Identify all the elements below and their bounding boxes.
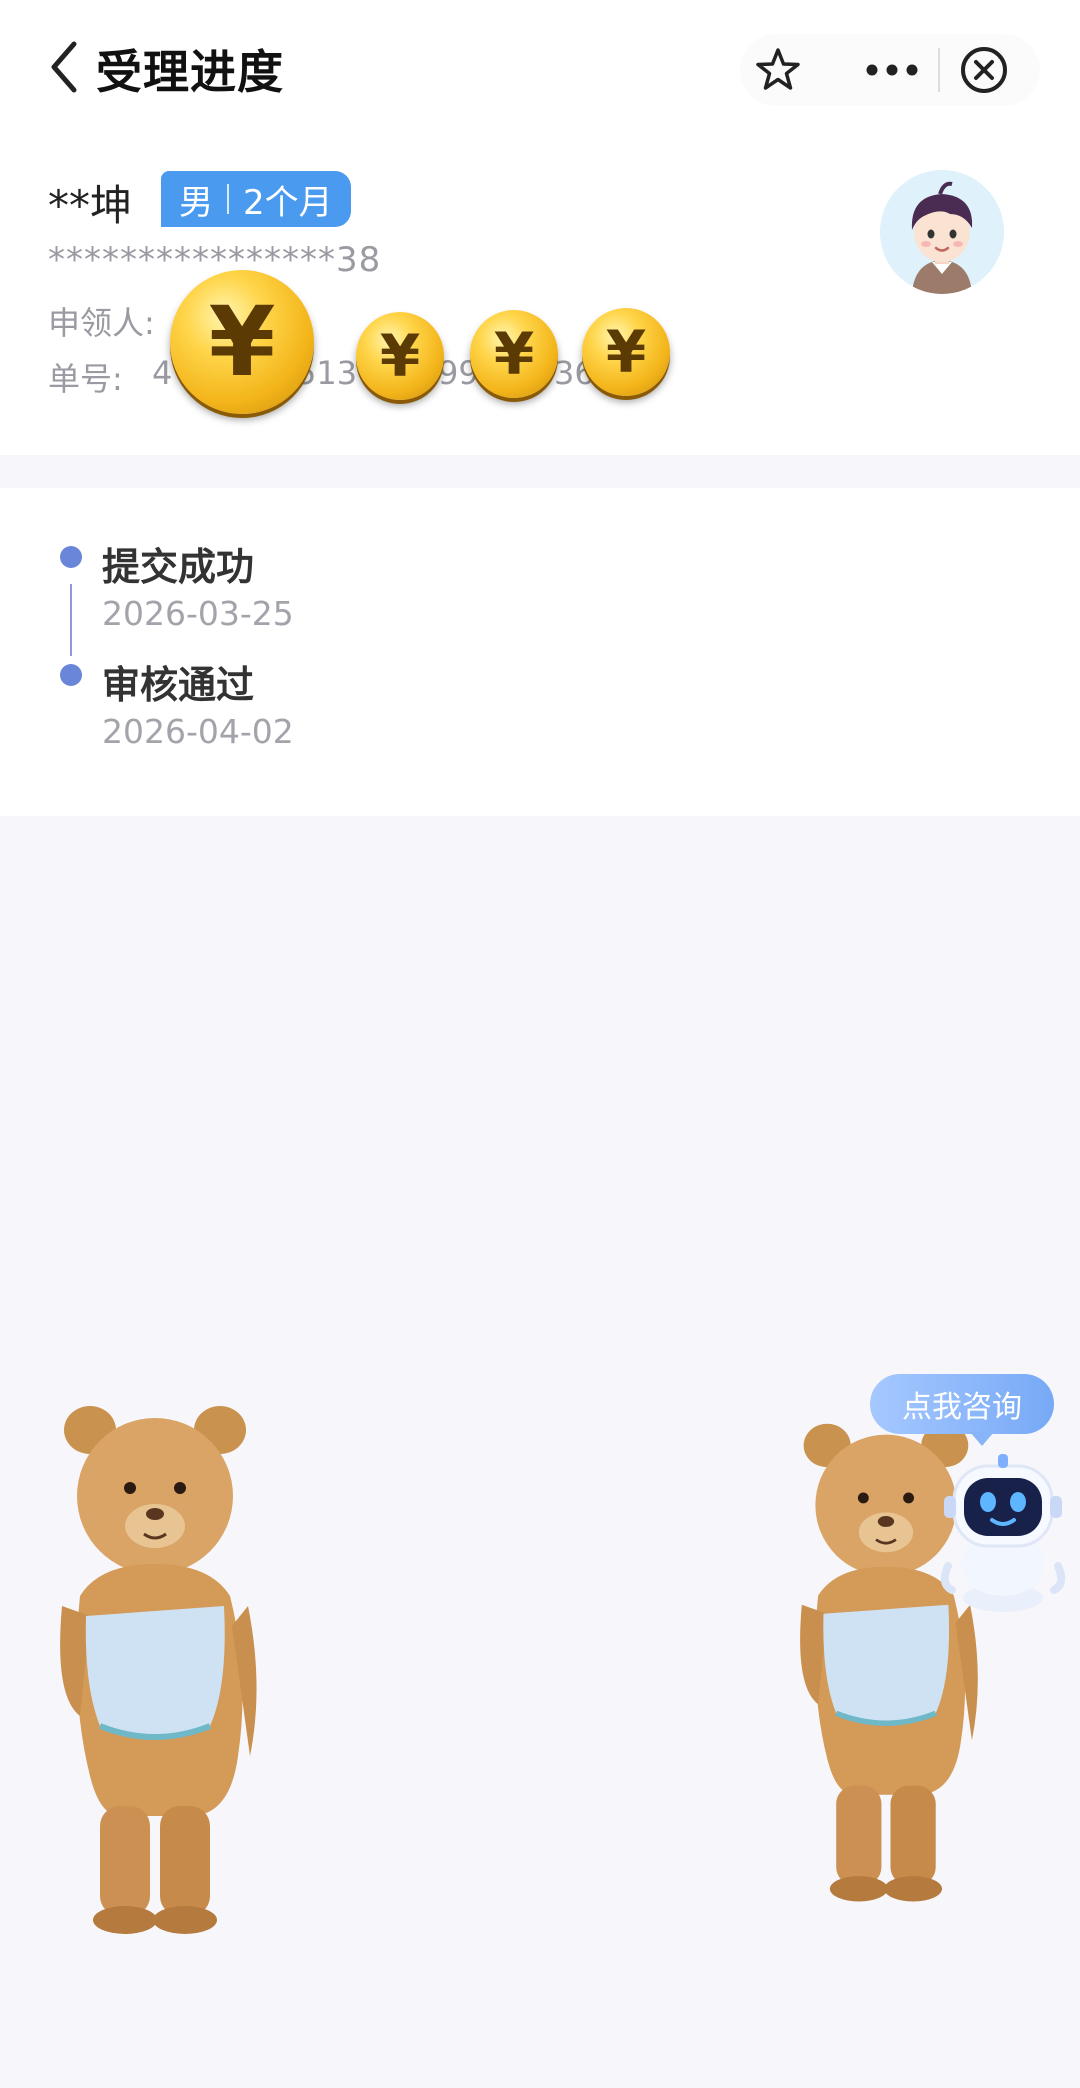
claimant-label: 申领人: — [48, 304, 155, 342]
top-bar: 受理进度 — [0, 0, 1080, 140]
timeline-step-date: 2026-04-02 — [102, 712, 294, 751]
gender-label: 男 — [179, 182, 213, 223]
back-button[interactable] — [44, 38, 88, 96]
progress-timeline: 提交成功 2026-03-25 审核通过 2026-04-02 — [0, 488, 1080, 816]
chevron-left-icon — [51, 41, 77, 93]
close-circle-icon — [961, 47, 1007, 93]
gender-age-badge: 男 2个月 — [161, 171, 351, 227]
age-label: 2个月 — [243, 182, 333, 223]
assistant-robot-icon[interactable] — [940, 1448, 1066, 1618]
favorite-button[interactable] — [742, 34, 814, 106]
timeline-connector — [70, 584, 72, 656]
id-number: ****************38 — [48, 240, 382, 280]
timeline-dot — [60, 664, 82, 686]
coin-icon: ¥ — [170, 270, 314, 414]
bear-sticker-icon — [60, 1406, 257, 1934]
timeline-dot — [60, 546, 82, 568]
claimant-row: 申领人: — [48, 298, 155, 344]
coin-icon: ¥ — [356, 312, 444, 400]
star-icon — [756, 48, 800, 90]
more-button[interactable] — [856, 34, 928, 106]
timeline-step-title: 审核通过 — [102, 663, 255, 707]
more-dots-icon — [866, 64, 918, 76]
applicant-card: **坤 男 2个月 ****************38 申领人: 单号: 4 … — [0, 140, 1080, 455]
bubble-tail — [970, 1432, 994, 1446]
coin-icon: ¥ — [582, 308, 670, 396]
capsule-divider — [938, 48, 940, 92]
timeline-step-date: 2026-03-25 — [102, 594, 294, 633]
timeline-step-title: 提交成功 — [102, 545, 255, 589]
order-row: 单号: 4 513 99 36 — [48, 354, 595, 400]
close-button[interactable] — [948, 34, 1020, 106]
page-title: 受理进度 — [96, 45, 284, 99]
order-label: 单号: — [48, 360, 123, 398]
mini-program-capsule — [740, 34, 1040, 106]
applicant-name: **坤 — [48, 181, 133, 230]
coin-icon: ¥ — [470, 310, 558, 398]
boy-avatar-icon — [880, 170, 1004, 294]
consult-bubble[interactable]: 点我咨询 — [870, 1374, 1054, 1434]
badge-divider — [227, 184, 229, 214]
avatar — [880, 170, 1004, 294]
